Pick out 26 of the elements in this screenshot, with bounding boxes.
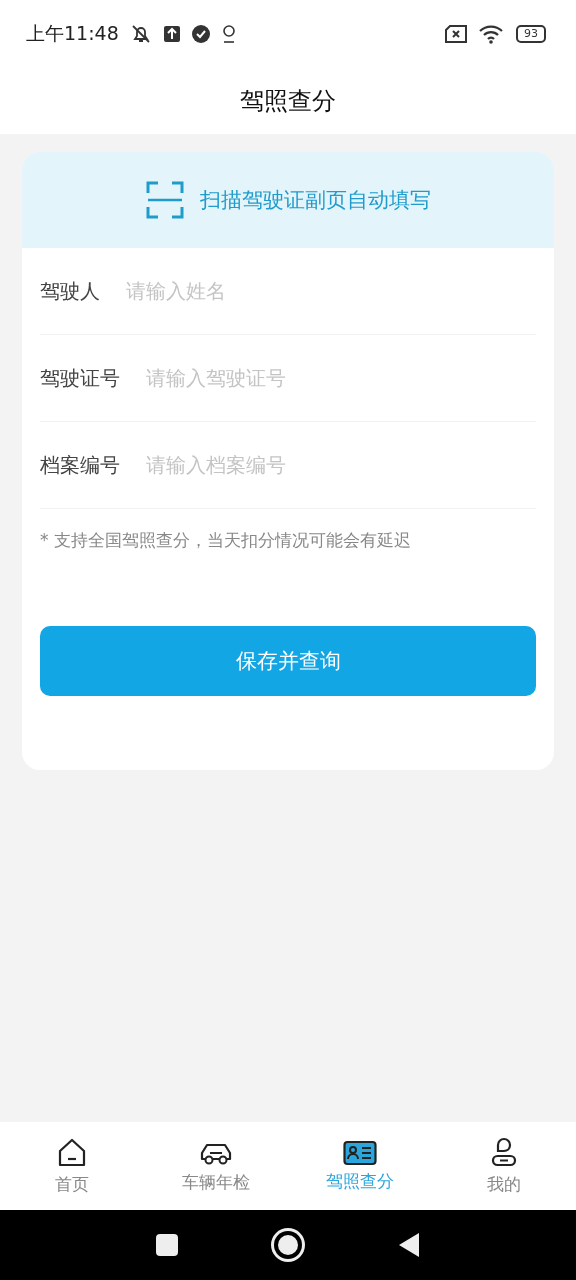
submit-button[interactable]: 保存并查询 <box>40 626 536 696</box>
input-field[interactable]: 请输入档案编号 <box>144 452 536 478</box>
id-card-icon <box>343 1139 377 1166</box>
scan-icon <box>145 181 184 219</box>
tab[interactable]: 首页 <box>0 1122 144 1210</box>
check-circle-icon <box>190 24 211 44</box>
note-text: * 支持全国驾照查分，当天扣分情况可能会有延迟 <box>40 529 412 552</box>
tab[interactable]: 车辆年检 <box>144 1122 288 1210</box>
field-label: 档案编号 <box>40 451 120 479</box>
scan-label: 扫描驾驶证副页自动填写 <box>199 187 431 214</box>
field-label: 驾驶人 <box>40 277 100 305</box>
recent-apps-button[interactable] <box>156 1234 178 1256</box>
input-field[interactable]: 请输入驾驶证号 <box>144 365 536 391</box>
upload-icon <box>162 25 181 43</box>
back-button[interactable] <box>398 1232 420 1258</box>
battery-indicator: 93 <box>516 25 546 43</box>
status-time: 上午11:48 <box>26 21 119 46</box>
tab[interactable]: 驾照查分 <box>288 1122 432 1210</box>
input-field[interactable]: 请输入姓名 <box>124 278 536 304</box>
field-label: 驾驶证号 <box>40 364 120 392</box>
tab[interactable]: 我的 <box>432 1122 576 1210</box>
scan-banner[interactable]: 扫描驾驶证副页自动填写 <box>22 152 554 248</box>
user-icon <box>489 1136 519 1169</box>
sim-off-icon <box>444 25 468 43</box>
house-icon <box>56 1136 88 1169</box>
page-title: 驾照查分 <box>240 86 336 117</box>
